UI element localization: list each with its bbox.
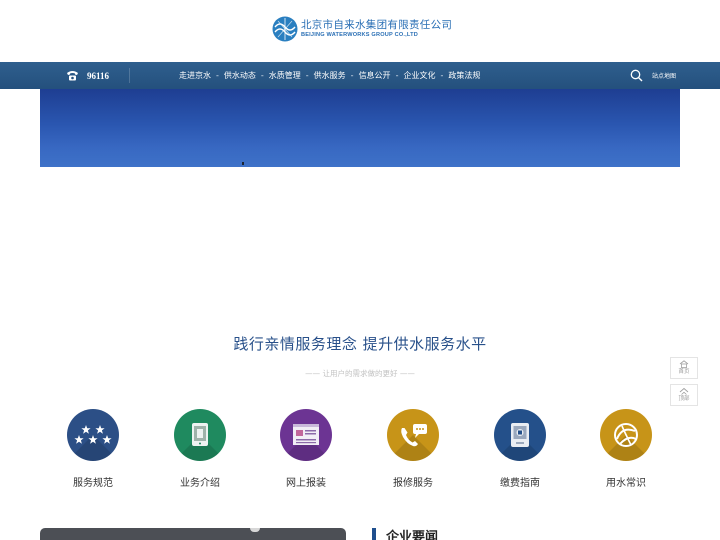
section-subtitle: —— 让用户的需求做的更好 —— [305,369,415,378]
nav-item-culture[interactable]: 企业文化 [403,70,435,81]
sitemap-link[interactable]: 站点地图 [652,71,676,80]
home-icon [679,360,689,368]
news-title-accent [372,528,376,540]
nav-item-policy[interactable]: 政策法规 [448,70,480,81]
nav-separator: - [260,71,264,80]
service-icon-circle [387,409,439,461]
nav-item-service[interactable]: 供水服务 [314,70,346,81]
payment-device-icon [511,423,529,447]
nav-separator: - [216,71,219,80]
service-label: 服务规范 [73,478,113,489]
service-label: 缴费指南 [500,478,540,489]
service-icon-circle [280,409,332,461]
service-icon-circle [494,409,546,461]
banner-detail [242,162,244,165]
service-icon-circle [600,409,652,461]
service-label: 用水常识 [606,478,646,489]
main-navbar: 96116 走进京水 - 供水动态 - 水质管理 - 供水服务 - 信息公开 -… [0,62,720,89]
news-image[interactable] [40,528,346,540]
service-icon-circle [67,409,119,461]
site-header: 北京市自来水集团有限责任公司 BEIJING WATERWORKS GROUP … [0,0,720,62]
nav-separator: - [305,71,309,80]
logo-english-name: BEIJING WATERWORKS GROUP CO.,LTD [301,31,418,38]
divider [129,68,130,83]
service-label: 网上报装 [286,478,326,489]
float-top-label: 顶部 [678,396,690,402]
nav-item-about[interactable]: 走进京水 [179,70,211,81]
arrow-up-icon [679,387,689,395]
hotline: 96116 [66,62,109,89]
tablet-icon [192,423,208,446]
service-water-knowledge[interactable]: 用水常识 [586,409,666,489]
nav-separator: - [440,71,444,80]
nav-item-disclosure[interactable]: 信息公开 [359,70,391,81]
stars-icon [74,425,112,444]
section-title: 践行亲情服务理念 提升供水服务水平 [233,335,487,353]
company-logo[interactable]: 北京市自来水集团有限责任公司 BEIJING WATERWORKS GROUP … [272,16,452,42]
nav-menu: 走进京水 - 供水动态 - 水质管理 - 供水服务 - 信息公开 - 企业文化 … [179,62,480,89]
float-top-button[interactable]: 顶部 [670,384,698,406]
service-label: 业务介绍 [180,478,220,489]
nav-item-supply-news[interactable]: 供水动态 [224,70,256,81]
float-home-label: 首页 [678,369,690,375]
float-home-button[interactable]: 首页 [670,357,698,379]
telephone-icon [67,71,78,81]
hotline-number: 96116 [87,70,110,81]
globe-icon [614,423,638,447]
service-repair[interactable]: 报修服务 [373,409,453,489]
browser-form-icon [293,424,319,445]
nav-separator: - [350,71,354,80]
service-standards[interactable]: 服务规范 [53,409,133,489]
service-icon-circle [174,409,226,461]
phone-chat-icon [401,424,427,447]
service-online-apply[interactable]: 网上报装 [266,409,346,489]
service-payment[interactable]: 缴费指南 [480,409,560,489]
search-icon[interactable] [630,69,643,82]
news-section-title: 企业要闻 [386,530,439,540]
logo-chinese-name: 北京市自来水集团有限责任公司 [301,18,453,31]
nav-separator: - [395,71,399,80]
logo-icon [272,16,298,42]
nav-item-water-quality[interactable]: 水质管理 [269,70,301,81]
service-business[interactable]: 业务介绍 [160,409,240,489]
service-label: 报修服务 [393,478,433,489]
hero-banner[interactable] [40,89,680,167]
